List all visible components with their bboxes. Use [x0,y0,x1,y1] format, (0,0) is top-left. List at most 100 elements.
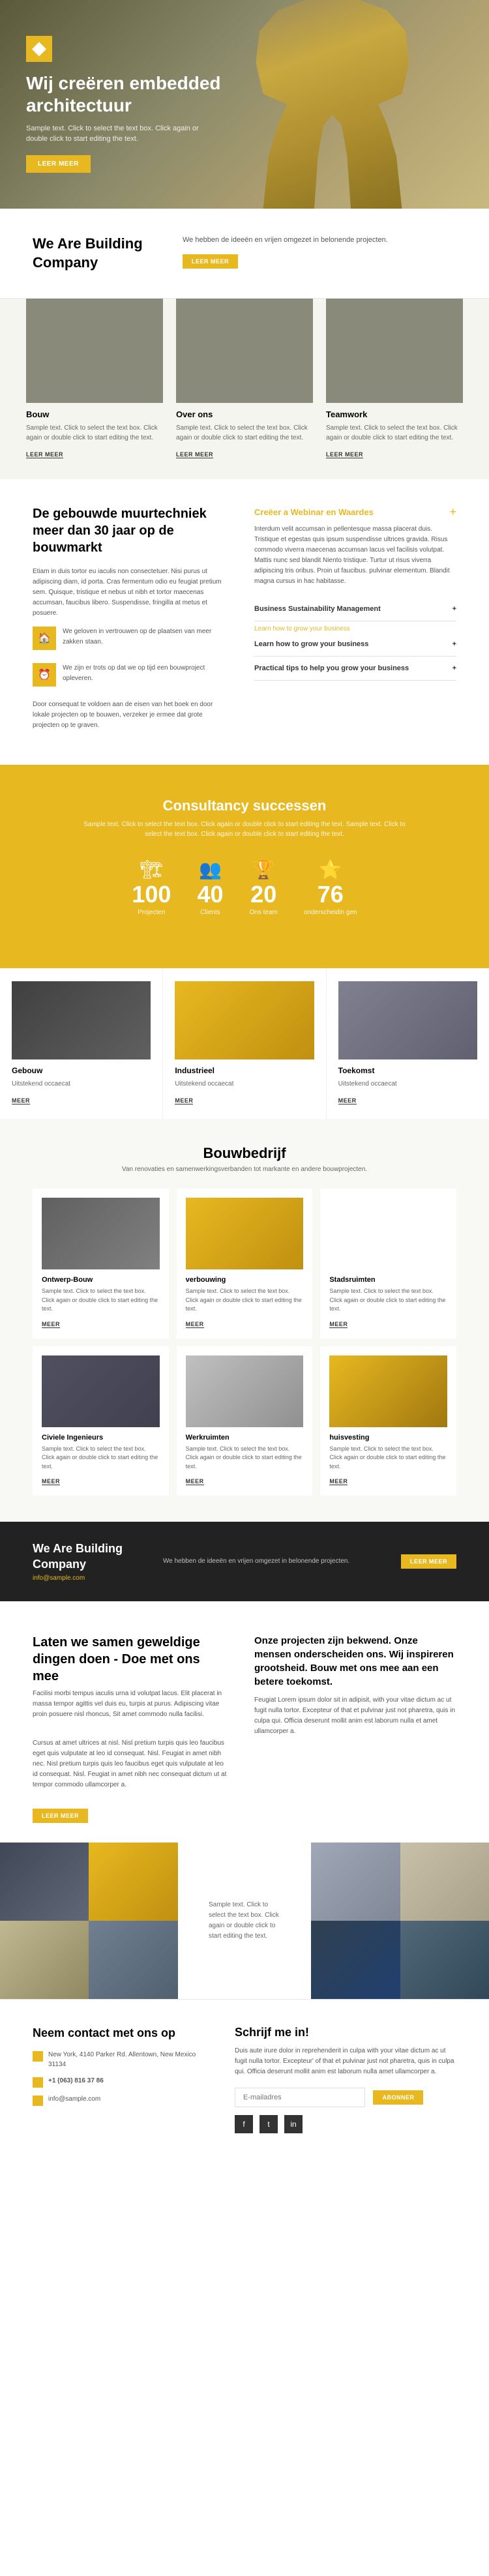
laten-section: Laten we samen geweldige dingen doen - D… [0,1601,489,1843]
bb-text-3: Sample text. Click to select the text bo… [329,1287,447,1314]
gebouwde-title: De gebouwde muurtechniek meer dan 30 jaa… [33,505,228,556]
contact-phone[interactable]: +1 (063) 816 37 86 [48,2076,104,2086]
bb-item-2: verbouwing Sample text. Click to select … [177,1189,313,1339]
stats-title: Consultancy successen [33,797,456,814]
stat-icon-2: 🏆 [250,859,278,880]
stat-100: 🏗 100 Projecten [132,859,171,916]
banner-desc: We hebben de ideeën en vrijen omgezet in… [163,1556,375,1567]
facebook-icon[interactable]: f [235,2115,253,2133]
bb-item-5: Werkruimten Sample text. Click to select… [177,1346,313,1496]
bb-cta-5[interactable]: MEER [186,1478,204,1485]
bb-cta-1[interactable]: MEER [42,1321,60,1328]
bb-img-2 [186,1198,304,1269]
bb-title-1: Ontwerp-Bouw [42,1276,160,1284]
over-image [176,299,313,403]
industrieel-card-cta[interactable]: MEER [175,1097,193,1104]
accordion-title-1: Business Sustainability Management [254,605,381,613]
expand-icon[interactable]: + [449,505,456,519]
photo-text-inner: Sample text. Click to select the text bo… [196,1887,293,1955]
photo-caption: Sample text. Click to select the text bo… [209,1900,280,1942]
bb-item-1: Ontwerp-Bouw Sample text. Click to selec… [33,1189,169,1339]
card-bouw: Bouw Sample text. Click to select the te… [20,299,170,460]
stats-row: 🏗 100 Projecten 👥 40 Clients 🏆 20 Ons te… [33,859,456,916]
bb-cta-3[interactable]: MEER [329,1321,348,1328]
email-input[interactable] [235,2088,365,2107]
industrieel-card-img [175,981,314,1059]
accordion-link-1[interactable]: Learn how to grow your business [254,625,456,632]
banner-title: We Are Building Company [33,1541,137,1572]
bouw-cta[interactable]: LEER MEER [26,451,63,458]
twitter-icon[interactable]: t [259,2115,278,2133]
gebouwde-right-content: Interdum velit accumsan in pellentesque … [254,524,456,587]
bb-cta-4[interactable]: MEER [42,1478,60,1485]
gebouwde-right-intro: Creëer a Webinar en Waardes + Interdum v… [254,505,456,587]
industrieel-card-text: Uitstekend occaecat [175,1079,314,1089]
subscribe-desc: Duis aute irure dolor in reprehenderit i… [235,2046,456,2077]
bb-item-4: Civiele Ingenieurs Sample text. Click to… [33,1346,169,1496]
accordion-plus-1[interactable]: + [452,605,456,613]
stat-76: ⭐ 76 onderscheidin gen [304,859,357,916]
bb-title-4: Civiele Ingenieurs [42,1434,160,1442]
bb-img-4 [42,1355,160,1427]
contact-email[interactable]: info@sample.com [48,2094,100,2104]
gebouw-card-text: Uitstekend occaecat [12,1079,151,1089]
bb-cta-6[interactable]: MEER [329,1478,348,1485]
gebouw-card-cta[interactable]: MEER [12,1097,30,1104]
accordion-plus-3[interactable]: + [452,664,456,672]
stat-40: 👥 40 Clients [197,859,223,916]
laten-cta-button[interactable]: LEER MEER [33,1809,88,1823]
subscribe-button[interactable]: ABONNER [373,2090,423,2105]
stat-icon-3: ⭐ [304,859,357,880]
bouwbedrijf-subtitle: Van renovaties en samenwerkingsverbanden… [33,1166,456,1173]
over-cta[interactable]: LEER MEER [176,451,213,458]
photo-1 [0,1843,89,1921]
accordion-plus-2[interactable]: + [452,640,456,648]
bb-item-3: Stadsruimten Sample text. Click to selec… [320,1189,456,1339]
badge-text-2: We zijn er trots op dat we op tijd een b… [63,663,228,684]
accordion-header-2[interactable]: Learn how to grow your business + [254,640,456,648]
bb-img-3 [329,1198,447,1269]
badge-text-1: We geloven in vertrouwen op de plaatsen … [63,627,228,647]
stat-num-3: 76 [304,883,357,906]
bb-title-2: verbouwing [186,1276,304,1284]
banner-middle: We hebben de ideeën en vrijen omgezet in… [163,1556,375,1567]
bouw-image [26,299,163,403]
laten-left: Laten we samen geweldige dingen doen - D… [33,1634,228,1823]
toekomst-card-cta[interactable]: MEER [338,1097,357,1104]
bouw-title: Bouw [26,409,163,419]
card-team: Teamwork Sample text. Click to select th… [319,299,469,460]
card-industrieel: Industrieel Uitstekend occaecat MEER [163,968,326,1119]
bb-title-6: huisvesting [329,1434,447,1442]
contact-title: Neem contact met ons op [33,2026,215,2041]
team-cta[interactable]: LEER MEER [326,451,363,458]
instagram-icon[interactable]: in [284,2115,303,2133]
photo-8 [400,1921,489,1999]
team-title: Teamwork [326,409,463,419]
stat-icon-1: 👥 [197,859,223,880]
stat-label-2: Ons team [250,909,278,916]
bb-text-1: Sample text. Click to select the text bo… [42,1287,160,1314]
laten-right-title: Onze projecten zijn bekwend. Onze mensen… [254,1634,456,1689]
bouw-text: Sample text. Click to select the text bo… [26,423,163,443]
gebouw-card-title: Gebouw [12,1066,151,1075]
stat-num-0: 100 [132,883,171,906]
banner-cta-button[interactable]: LEER MEER [401,1554,456,1569]
bb-text-6: Sample text. Click to select the text bo… [329,1445,447,1472]
subscribe-form: ABONNER [235,2088,456,2107]
accordion-header-1[interactable]: Business Sustainability Management + [254,605,456,613]
badge-icon-2: ⏰ [33,663,56,687]
building-intro-cta[interactable]: LEER MEER [183,254,238,269]
hero-title: Wij creëren embedded architectuur [26,72,222,116]
bb-cta-2[interactable]: MEER [186,1321,204,1328]
photo-3 [89,1843,177,1921]
photo-5 [311,1843,400,1921]
laten-right-para: Feugiat Lorem ipsum dolor sit in adipisi… [254,1695,456,1737]
accordion-header-3[interactable]: Practical tips to help you grow your bus… [254,664,456,672]
stat-num-2: 20 [250,883,278,906]
stat-icon-0: 🏗 [132,859,171,880]
hero-logo [26,36,52,62]
image-cards-section: Bouw Sample text. Click to select the te… [0,299,489,479]
gebouwde-para2: Door consequat te voldoen aan de eisen v… [33,700,228,731]
hero-cta-button[interactable]: LEER MEER [26,155,91,173]
bb-text-2: Sample text. Click to select the text bo… [186,1287,304,1314]
